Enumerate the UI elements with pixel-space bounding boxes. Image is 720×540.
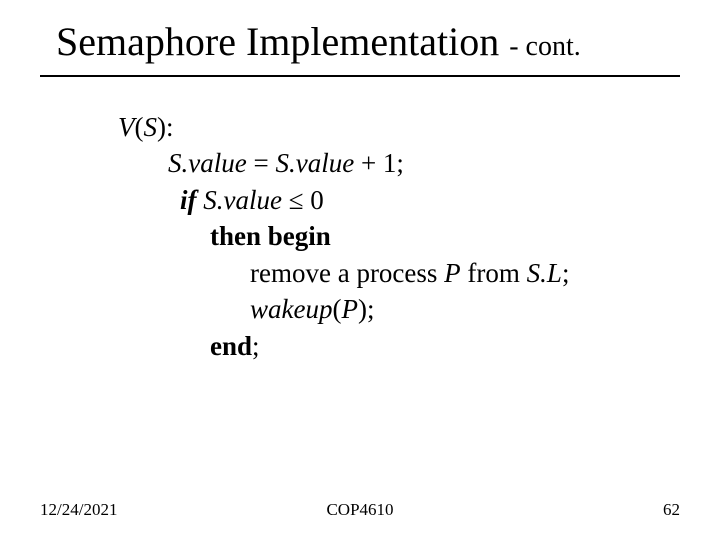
title-area: Semaphore Implementation - cont. xyxy=(0,0,720,65)
code-text: then begin xyxy=(210,221,331,251)
slide-title: Semaphore Implementation xyxy=(56,19,499,64)
code-text: ; xyxy=(252,331,260,361)
code-text: ; xyxy=(562,258,570,288)
code-line-4: then begin xyxy=(118,218,670,254)
code-text: from xyxy=(461,258,527,288)
slide-title-suffix: - cont. xyxy=(509,31,581,62)
code-line-1: V(S): xyxy=(118,109,670,145)
code-text: end xyxy=(210,331,252,361)
code-text: P xyxy=(444,258,461,288)
code-line-3: if S.value ≤ 0 xyxy=(118,182,670,218)
code-text: S.value xyxy=(168,148,247,178)
code-text: ≤ 0 xyxy=(282,185,324,215)
code-line-7: end; xyxy=(118,328,670,364)
code-text: remove a process xyxy=(250,258,444,288)
footer-date: 12/24/2021 xyxy=(40,500,117,520)
code-body: V(S): S.value = S.value + 1; if S.value … xyxy=(0,77,720,364)
code-text: V xyxy=(118,112,135,142)
footer-page-number: 62 xyxy=(663,500,680,520)
code-text: ); xyxy=(358,294,375,324)
code-text: S.value xyxy=(203,185,282,215)
code-text: if xyxy=(180,185,203,215)
footer-course: COP4610 xyxy=(326,500,393,520)
code-text: ): xyxy=(157,112,174,142)
code-line-2: S.value = S.value + 1; xyxy=(118,145,670,181)
code-text: S.L xyxy=(527,258,562,288)
code-text: = xyxy=(247,148,276,178)
code-text: + 1; xyxy=(354,148,404,178)
code-text: S.value xyxy=(275,148,354,178)
code-line-5: remove a process P from S.L; xyxy=(118,255,670,291)
code-text: ( xyxy=(135,112,144,142)
code-text: P xyxy=(341,294,358,324)
code-line-6: wakeup(P); xyxy=(118,291,670,327)
slide: Semaphore Implementation - cont. V(S): S… xyxy=(0,0,720,540)
code-text: wakeup xyxy=(250,294,332,324)
code-text: S xyxy=(144,112,158,142)
